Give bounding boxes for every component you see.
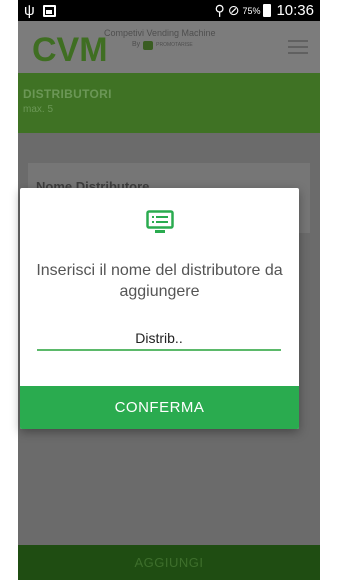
hamburger-menu-icon[interactable] [288,40,308,54]
section-header: DISTRIBUTORI max. 5 [18,73,320,133]
cvm-logo: CVM [32,31,108,67]
logo-tagline-block: Competivi Vending Machine By PROMOTARISE [104,27,216,51]
clock: 10:36 [276,2,314,19]
battery-percent: 75% [242,5,261,16]
wifi-icon: ⚲ [214,2,225,18]
app-header: CVM Competivi Vending Machine By PROMOTA… [18,21,320,73]
section-title: DISTRIBUTORI [23,87,112,101]
add-distributor-dialog: Inserisci il nome del distributore da ag… [20,188,299,429]
battery-icon [263,4,272,17]
usb-icon: ψ [24,2,35,19]
distributor-name-input[interactable] [37,329,281,351]
logo-tagline: Competivi Vending Machine [104,28,216,38]
logo-byline: By PROMOTARISE [132,39,216,51]
by-text: By [132,41,141,48]
image-icon [42,4,56,17]
no-sim-icon: ⊘ [227,2,240,18]
dialog-message: Inserisci il nome del distributore da ag… [36,262,283,300]
confirm-button[interactable]: CONFERMA [20,386,299,429]
add-button[interactable]: AGGIUNGI [18,545,320,580]
logo-text: CVM [32,31,108,67]
add-button-label: AGGIUNGI [134,555,204,570]
distributor-screen-icon [146,210,174,233]
status-bar: ψ ⚲ ⊘ 75% 10:36 [18,0,320,21]
section-subtitle: max. 5 [23,104,54,115]
brand-mark-icon [143,40,154,50]
brand-text: PROMOTARISE [156,42,193,48]
